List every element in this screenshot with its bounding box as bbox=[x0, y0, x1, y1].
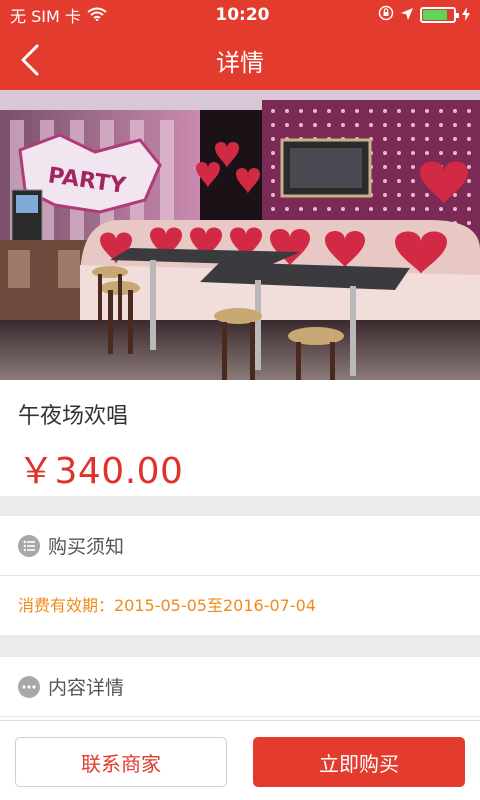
charging-bolt-icon bbox=[461, 6, 470, 25]
status-bar: 无 SIM 卡 10:20 bbox=[0, 0, 480, 30]
list-icon bbox=[18, 534, 40, 557]
action-bar: 联系商家 立即购买 bbox=[0, 720, 480, 800]
carrier-label: 无 SIM 卡 bbox=[10, 7, 81, 26]
purchase-notice-section: 购买须知 消费有效期：2015-05-05至2016-07-04 bbox=[0, 516, 480, 635]
product-image: PARTY bbox=[0, 90, 480, 380]
product-info: 午夜场欢唱 ￥340.00 bbox=[0, 380, 480, 496]
location-arrow-icon bbox=[400, 6, 414, 25]
product-price: ￥340.00 bbox=[18, 451, 184, 492]
content-details-title: 内容详情 bbox=[48, 677, 125, 699]
back-button[interactable] bbox=[10, 40, 50, 80]
product-name: 午夜场欢唱 bbox=[18, 404, 129, 429]
page-title: 详情 bbox=[216, 48, 264, 77]
purchase-notice-header: 购买须知 bbox=[0, 516, 480, 576]
validity-period: 消费有效期：2015-05-05至2016-07-04 bbox=[18, 596, 316, 615]
purchase-notice-title: 购买须知 bbox=[48, 536, 125, 558]
header: 无 SIM 卡 10:20 详情 bbox=[0, 0, 480, 90]
wifi-icon bbox=[87, 6, 107, 25]
battery-icon bbox=[419, 7, 459, 23]
chevron-left-icon bbox=[21, 44, 39, 76]
clock: 10:20 bbox=[215, 5, 270, 25]
content-details-section[interactable]: 内容详情 bbox=[0, 657, 480, 720]
orientation-lock-icon bbox=[378, 5, 394, 25]
nav-bar: 详情 bbox=[0, 30, 480, 90]
contact-merchant-button[interactable]: 联系商家 bbox=[15, 737, 227, 787]
content-details-header[interactable]: 内容详情 bbox=[0, 657, 480, 717]
more-dots-icon bbox=[18, 675, 40, 698]
buy-now-button[interactable]: 立即购买 bbox=[253, 737, 465, 787]
